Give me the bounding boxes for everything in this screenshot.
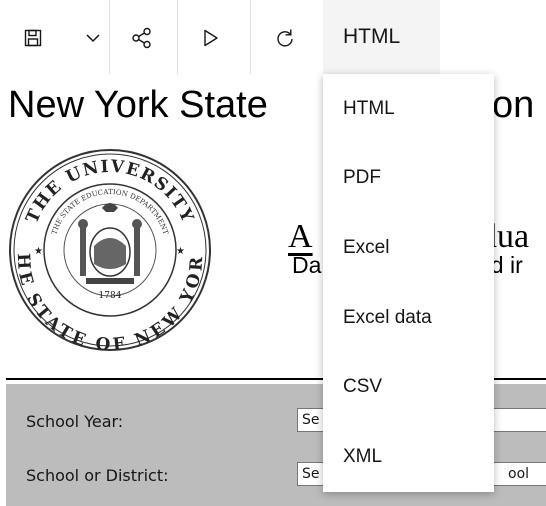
svg-text:★: ★: [34, 246, 43, 257]
save-options-button[interactable]: [78, 12, 108, 64]
school-district-select-value: Se: [302, 466, 320, 482]
output-format-button[interactable]: HTML: [323, 0, 440, 74]
refresh-icon: [277, 29, 293, 47]
chevron-down-icon: [86, 34, 100, 43]
school-district-label: School or District:: [26, 466, 169, 485]
report-subline: Da ed ir: [292, 252, 523, 279]
svg-text:1784: 1784: [99, 291, 122, 301]
share-button[interactable]: [124, 12, 160, 64]
svg-text:★: ★: [176, 246, 185, 257]
toolbar: HTML: [0, 0, 546, 74]
refresh-button[interactable]: [270, 12, 300, 64]
school-district-select-value-tail: ool: [508, 466, 530, 482]
school-year-select-value: Se: [302, 412, 320, 428]
report-title: New York State on: [8, 84, 534, 127]
save-button[interactable]: [18, 12, 48, 64]
report-subtitle: Adua: [288, 218, 529, 256]
nysed-seal-image: THE UNIVERSITY THE STATE OF NEW YORK THE…: [6, 146, 211, 354]
toolbar-divider: [250, 0, 251, 74]
report-title-text: New York State: [8, 84, 268, 126]
report-subtitle-head: A: [288, 218, 313, 255]
report-title-tail: on: [492, 84, 535, 126]
report-subline-head: Da: [292, 252, 322, 278]
menu-item-excel[interactable]: Excel: [323, 213, 494, 282]
share-icon: [132, 27, 151, 49]
run-button[interactable]: [196, 12, 226, 64]
output-format-menu: HTML PDF Excel Excel data CSV XML: [323, 74, 494, 492]
toolbar-divider: [109, 0, 110, 74]
menu-item-pdf[interactable]: PDF: [323, 143, 494, 212]
menu-item-html[interactable]: HTML: [323, 74, 494, 143]
report-viewer: HTML New York State on THE UNIVERSITY THE…: [0, 0, 546, 506]
toolbar-divider: [177, 0, 178, 74]
run-icon: [204, 29, 218, 47]
menu-item-excel-data[interactable]: Excel data: [323, 283, 494, 352]
menu-item-csv[interactable]: CSV: [323, 352, 494, 421]
menu-item-xml[interactable]: XML: [323, 422, 494, 491]
save-icon: [24, 29, 42, 47]
school-year-label: School Year:: [26, 412, 124, 431]
